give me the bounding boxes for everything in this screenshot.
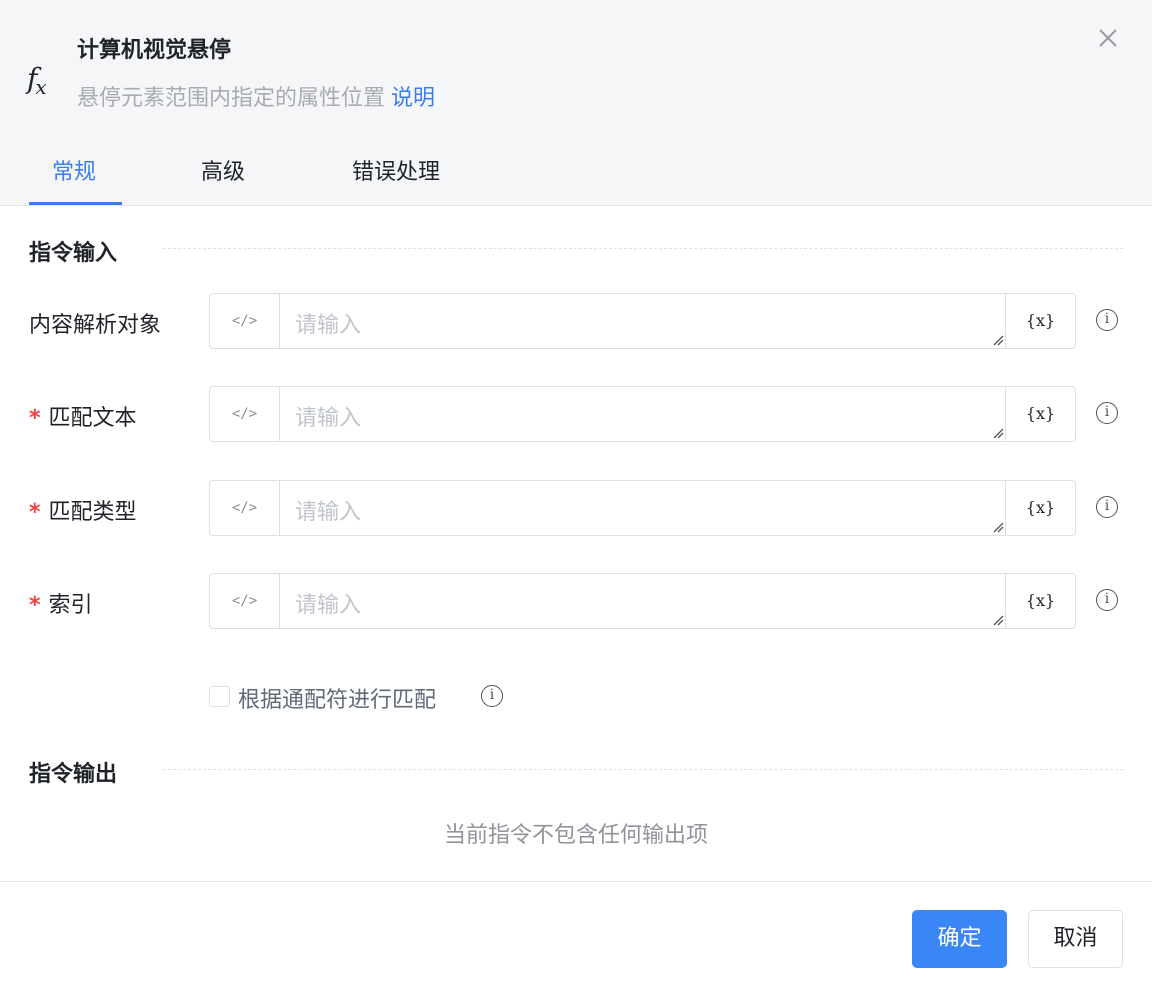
- cancel-button[interactable]: 取消: [1028, 910, 1123, 968]
- field-label-parse-object: 内容解析对象: [29, 307, 161, 339]
- input-placeholder: 请输入: [295, 500, 362, 525]
- field-label-index: * 索引: [29, 587, 93, 619]
- dialog-title: 计算机视觉悬停: [77, 38, 232, 63]
- input-placeholder: 请输入: [295, 593, 362, 618]
- info-icon[interactable]: i: [1096, 589, 1118, 611]
- wildcard-checkbox[interactable]: [209, 686, 230, 707]
- section-divider: [163, 248, 1123, 249]
- output-section-title: 指令输出: [29, 762, 118, 787]
- parse-object-field: </> 请输入 {x}: [209, 293, 1076, 349]
- info-icon[interactable]: i: [1096, 309, 1118, 331]
- wildcard-checkbox-label[interactable]: 根据通配符进行匹配: [238, 682, 436, 714]
- field-label-text: 匹配文本: [48, 406, 137, 431]
- code-mode-icon[interactable]: </>: [210, 481, 280, 535]
- resize-handle-icon[interactable]: [992, 521, 1004, 533]
- variable-icon[interactable]: {x}: [1005, 294, 1075, 348]
- info-icon[interactable]: i: [481, 685, 503, 707]
- tab-general[interactable]: 常规: [52, 154, 96, 186]
- footer-divider: [0, 881, 1152, 882]
- tab-error-handling[interactable]: 错误处理: [352, 154, 440, 186]
- match-text-field: </> 请输入 {x}: [209, 386, 1076, 442]
- required-star: *: [29, 500, 41, 525]
- code-mode-icon[interactable]: </>: [210, 574, 280, 628]
- help-link[interactable]: 说明: [391, 86, 435, 111]
- section-divider: [163, 769, 1123, 770]
- index-field: </> 请输入 {x}: [209, 573, 1076, 629]
- fx-function-icon: fx: [27, 62, 47, 99]
- active-tab-indicator: [29, 202, 122, 205]
- info-icon[interactable]: i: [1096, 402, 1118, 424]
- input-section-title: 指令输入: [29, 241, 118, 266]
- field-label-text: 内容解析对象: [29, 313, 162, 338]
- variable-icon[interactable]: {x}: [1005, 387, 1075, 441]
- info-icon[interactable]: i: [1096, 496, 1118, 518]
- variable-icon[interactable]: {x}: [1005, 481, 1075, 535]
- close-icon[interactable]: [1094, 26, 1122, 54]
- field-label-text: 匹配类型: [48, 500, 137, 525]
- input-placeholder: 请输入: [295, 406, 362, 431]
- code-mode-icon[interactable]: </>: [210, 387, 280, 441]
- variable-icon[interactable]: {x}: [1005, 574, 1075, 628]
- field-label-match-type: * 匹配类型: [29, 494, 137, 526]
- description-text: 悬停元素范围内指定的属性位置: [77, 86, 386, 111]
- field-label-match-text: * 匹配文本: [29, 400, 137, 432]
- parse-object-input[interactable]: 请输入: [280, 294, 1006, 348]
- confirm-button[interactable]: 确定: [912, 910, 1007, 968]
- match-type-field: </> 请输入 {x}: [209, 480, 1076, 536]
- resize-handle-icon[interactable]: [992, 614, 1004, 626]
- resize-handle-icon[interactable]: [992, 334, 1004, 346]
- required-star: *: [29, 406, 41, 431]
- command-dialog: fx 计算机视觉悬停 悬停元素范围内指定的属性位置 说明 常规 高级 错误处理 指…: [0, 0, 1152, 998]
- code-mode-icon[interactable]: </>: [210, 294, 280, 348]
- resize-handle-icon[interactable]: [992, 427, 1004, 439]
- index-input[interactable]: 请输入: [280, 574, 1006, 628]
- dialog-description: 悬停元素范围内指定的属性位置 说明: [77, 80, 435, 112]
- match-text-input[interactable]: 请输入: [280, 387, 1006, 441]
- field-label-text: 索引: [48, 593, 93, 618]
- required-star: *: [29, 593, 41, 618]
- empty-output-message: 当前指令不包含任何输出项: [443, 823, 708, 848]
- input-placeholder: 请输入: [295, 313, 362, 338]
- match-type-input[interactable]: 请输入: [280, 481, 1006, 535]
- dialog-header: fx 计算机视觉悬停 悬停元素范围内指定的属性位置 说明 常规 高级 错误处理: [0, 0, 1152, 206]
- tab-advanced[interactable]: 高级: [201, 154, 245, 186]
